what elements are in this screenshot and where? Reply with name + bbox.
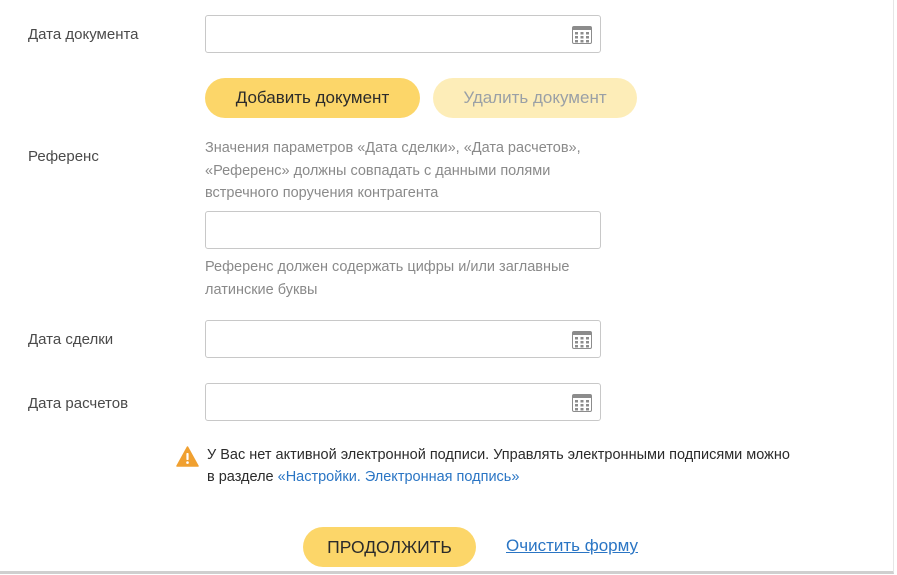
- reference-note-line: «Референс» должны совпадать с данными по…: [205, 162, 551, 179]
- document-date-label: Дата документа: [28, 26, 139, 43]
- reference-label: Референс: [28, 148, 99, 165]
- reference-input[interactable]: [205, 211, 601, 249]
- warning-triangle-icon: [176, 446, 199, 467]
- add-document-button[interactable]: Добавить документ: [205, 78, 420, 118]
- deal-date-field[interactable]: [205, 320, 601, 358]
- warning-text-line: У Вас нет активной электронной подписи. …: [207, 447, 790, 463]
- form-panel: Дата документа Добавить документ Удалить…: [0, 0, 894, 574]
- reference-note: Значения параметров «Дата сделки», «Дата…: [205, 137, 581, 205]
- delete-document-button[interactable]: Удалить документ: [433, 78, 637, 118]
- document-date-field[interactable]: [205, 15, 601, 53]
- reference-hint: Референс должен содержать цифры и/или за…: [205, 256, 569, 301]
- calendar-icon[interactable]: [572, 393, 592, 412]
- settlement-date-label: Дата расчетов: [28, 395, 129, 412]
- signature-settings-link[interactable]: «Настройки. Электронная подпись»: [278, 469, 520, 485]
- warning-text: У Вас нет активной электронной подписи. …: [207, 445, 847, 488]
- clear-form-link[interactable]: Очистить форму: [506, 536, 638, 556]
- reference-hint-line: Референс должен содержать цифры и/или за…: [205, 259, 570, 275]
- settlement-date-field[interactable]: [205, 383, 601, 421]
- calendar-icon[interactable]: [572, 25, 592, 44]
- reference-note-line: Значения параметров «Дата сделки», «Дата…: [205, 140, 581, 156]
- warning-text-prefix: в разделе: [207, 468, 278, 485]
- continue-button[interactable]: ПРОДОЛЖИТЬ: [303, 527, 476, 567]
- deal-date-label: Дата сделки: [28, 331, 114, 348]
- warning-text-line: в разделе «Настройки. Электронная подпис…: [207, 467, 847, 489]
- reference-note-line: встречного поручения контрагента: [205, 185, 439, 201]
- calendar-icon[interactable]: [572, 330, 592, 349]
- reference-hint-line: латинские буквы: [205, 281, 318, 298]
